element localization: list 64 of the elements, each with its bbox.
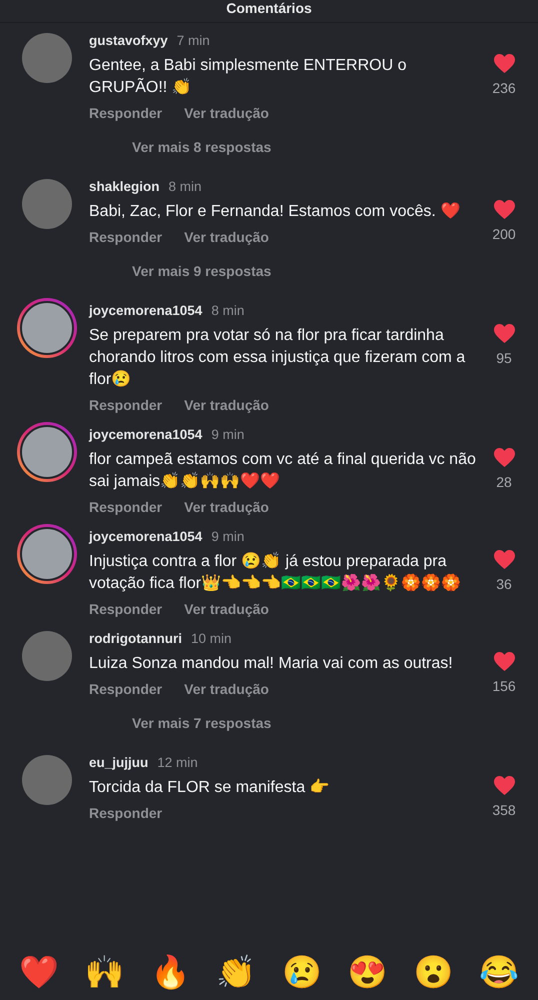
comment-text: Babi, Zac, Flor e Fernanda! Estamos com vocês. ❤ — [89, 202, 462, 222]
action-link[interactable]: Responder — [89, 681, 162, 697]
emoji-reaction[interactable]: 🙌 — [84, 954, 125, 990]
action-link[interactable]: Responder — [89, 601, 162, 617]
username[interactable]: shaklegion — [89, 179, 160, 194]
timestamp: 7 min — [176, 33, 210, 48]
action-link[interactable]: Ver tradução — [184, 499, 269, 515]
timestamp: 8 min — [168, 179, 202, 194]
action-link[interactable]: Responder — [89, 805, 162, 821]
action-link[interactable]: Ver tradução — [184, 397, 269, 413]
username[interactable]: rodrigotannuri — [89, 631, 182, 646]
avatar[interactable] — [22, 755, 72, 805]
emoji-reaction[interactable]: 😍 — [348, 954, 388, 990]
emoji-reaction[interactable]: 😮 — [413, 954, 454, 990]
emoji-reaction[interactable]: 👏 — [216, 954, 256, 990]
heart-icon[interactable] — [492, 53, 516, 74]
timestamp: 9 min — [211, 529, 244, 544]
username[interactable]: joycemorena1054 — [89, 529, 202, 544]
heart-icon[interactable] — [492, 323, 516, 344]
comment-text: Se preparem pra votar só na flor pra ficar tardinha chorando litros com essa injustiça que fizeram com a flor😢 — [89, 326, 466, 390]
action-link[interactable]: Responder — [89, 105, 162, 121]
avatar[interactable] — [22, 179, 72, 229]
timestamp: 10 min — [191, 631, 232, 646]
heart-icon[interactable] — [492, 447, 516, 468]
avatar[interactable] — [22, 631, 72, 681]
heart-icon[interactable] — [492, 651, 516, 672]
view-replies-link[interactable]: Ver mais 9 respostas — [132, 263, 272, 279]
heart-icon[interactable] — [492, 549, 516, 570]
action-link[interactable]: Ver tradução — [184, 681, 269, 697]
like-count: 28 — [496, 474, 512, 490]
emoji-reaction[interactable]: 😂 — [479, 954, 520, 990]
username[interactable]: joycemorena1054 — [89, 427, 202, 442]
username[interactable]: joycemorena1054 — [89, 303, 202, 318]
like-count: 95 — [496, 350, 512, 366]
timestamp: 9 min — [211, 427, 244, 442]
like-count: 36 — [496, 576, 512, 592]
action-link[interactable]: Responder — [89, 397, 162, 413]
header-title: Comentários — [226, 0, 312, 16]
timestamp: 8 min — [211, 303, 244, 318]
comment-text: Luiza Sonza mandou mal! Maria vai com as outras! — [89, 654, 454, 674]
view-replies-link[interactable]: Ver mais 8 respostas — [132, 139, 272, 155]
comment-text: Injustiça contra a flor 😢👏 já estou preparada pra votação fica flor👑👈👈👈🇧🇷🇧🇷🇧🇷🌺🌺🌻🏵🏵🏵 — [89, 551, 462, 594]
emoji-reaction[interactable]: 😢 — [282, 954, 322, 990]
action-link[interactable]: Ver tradução — [184, 105, 269, 121]
like-count: 200 — [492, 226, 516, 242]
like-count: 236 — [492, 80, 516, 96]
heart-icon[interactable] — [492, 775, 516, 796]
action-link[interactable]: Ver tradução — [184, 601, 269, 617]
like-count: 358 — [492, 802, 516, 818]
username[interactable]: eu_jujjuu — [89, 755, 148, 770]
avatar[interactable] — [22, 33, 72, 83]
like-count: 156 — [492, 678, 516, 694]
action-link[interactable]: Responder — [89, 499, 162, 515]
comment-text: flor campeã estamos com vc até a final querida vc não sai jamais👏👏🙌🙌❤❤ — [89, 450, 477, 492]
timestamp: 12 min — [157, 755, 198, 770]
view-replies-link[interactable]: Ver mais 7 respostas — [132, 715, 272, 731]
heart-icon[interactable] — [492, 199, 516, 220]
username[interactable]: gustavofxyy — [89, 33, 168, 48]
comment-text: Gentee, a Babi simplesmente ENTERROU o GRUPÃO!! 👏 — [89, 56, 408, 98]
action-link[interactable]: Responder — [89, 229, 162, 245]
emoji-reaction[interactable]: ❤ — [18, 954, 59, 990]
comment-text: Torcida da FLOR se manifesta 👉 — [89, 778, 331, 798]
action-link[interactable]: Ver tradução — [184, 229, 269, 245]
emoji-reaction[interactable]: 🔥 — [150, 954, 190, 990]
